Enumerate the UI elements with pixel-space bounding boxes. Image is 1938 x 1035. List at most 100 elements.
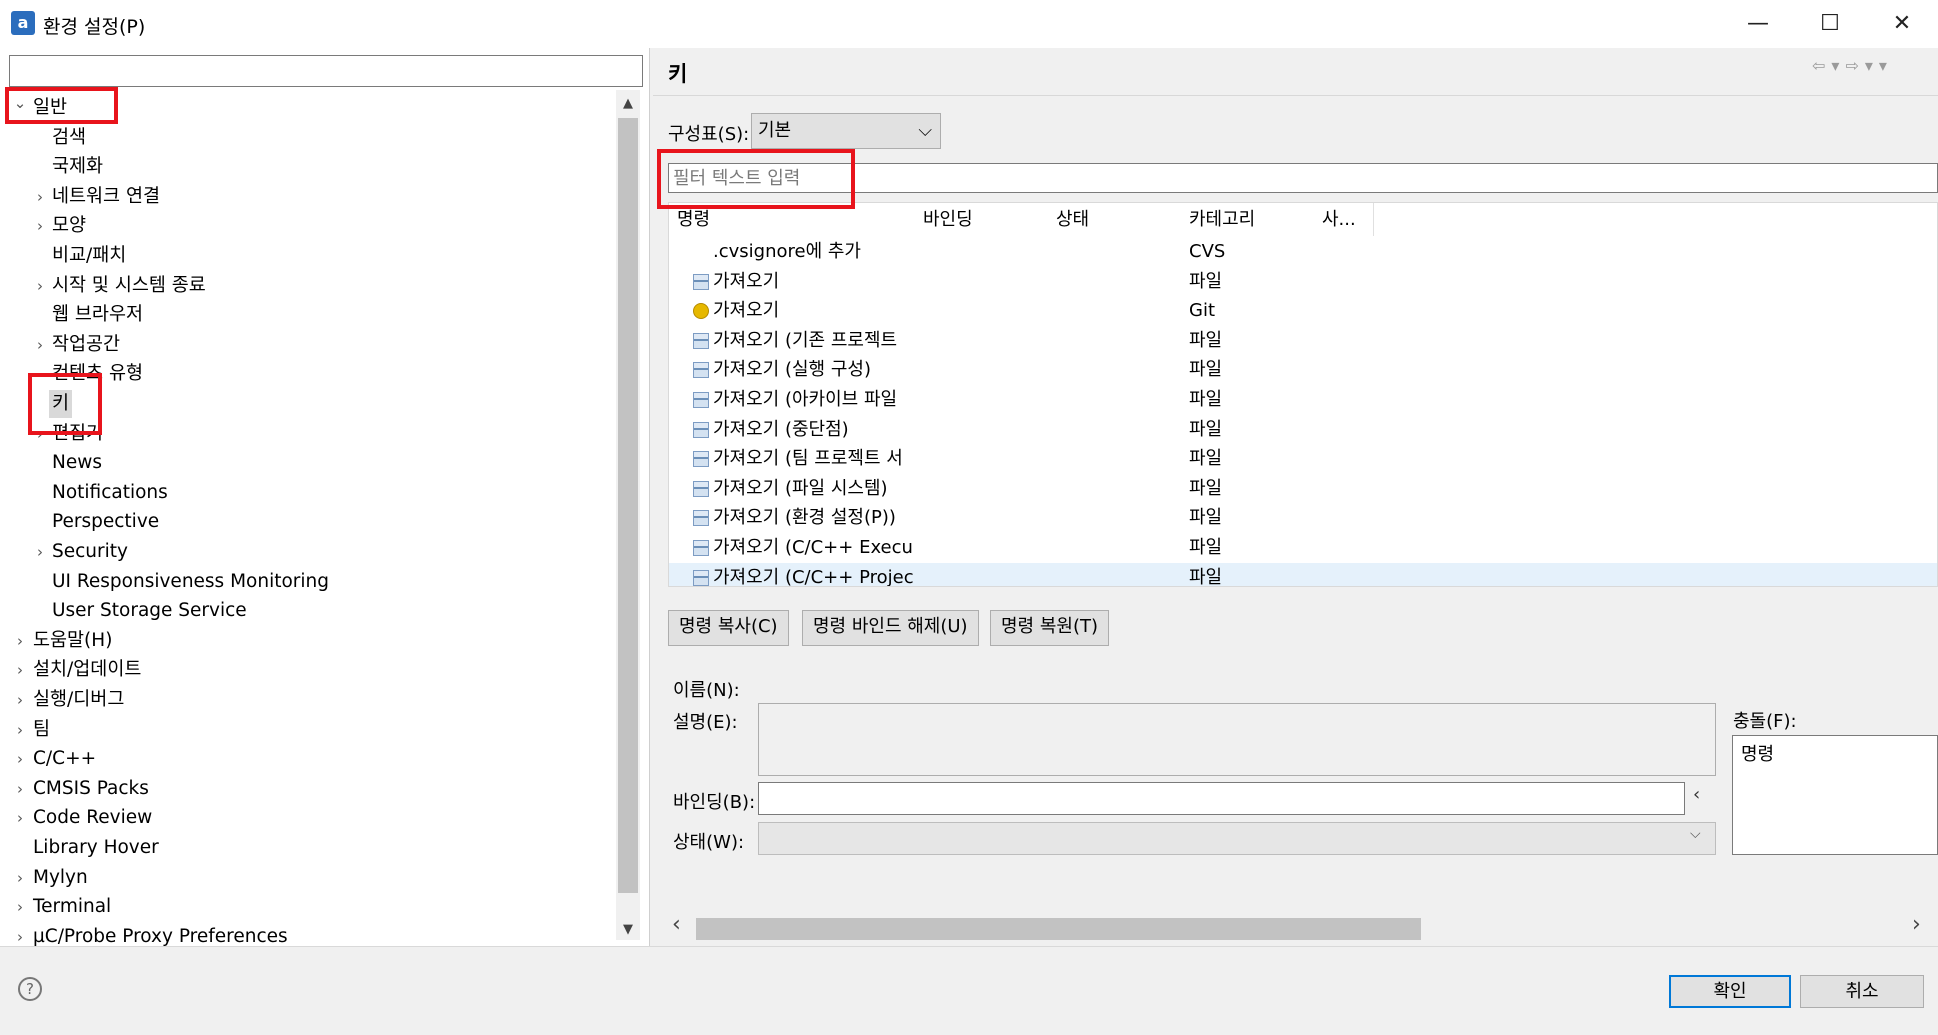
table-row[interactable]: 가져오기 Git [669, 296, 1937, 325]
copy-command-button[interactable]: 명령 복사(C) [668, 610, 789, 646]
chevron-down-icon: ⌵ [1690, 826, 1701, 842]
restore-command-button[interactable]: 명령 복원(T) [990, 610, 1110, 646]
page-title: 키 [668, 62, 688, 86]
tree-item[interactable]: 시작 및 시스템 종료 [52, 272, 206, 300]
table-row[interactable]: 가져오기 (기존 프로젝트 파일 [669, 326, 1937, 355]
chevron-right-icon[interactable]: › [32, 337, 48, 353]
chevron-right-icon[interactable]: › [12, 781, 28, 797]
chevron-right-icon[interactable]: › [12, 633, 28, 649]
page-header [653, 48, 1938, 96]
view-menu-icon[interactable]: ▾ [1879, 56, 1893, 75]
table-row[interactable]: 가져오기 (팀 프로젝트 서 파일 [669, 444, 1937, 473]
tree-item[interactable]: 팀 [33, 716, 50, 744]
tree-item[interactable]: 비교/패치 [52, 242, 126, 270]
forward-menu-icon[interactable]: ▾ [1865, 56, 1879, 75]
chevron-right-icon[interactable]: › [32, 544, 48, 560]
tree-item[interactable]: C/C++ [33, 745, 96, 773]
help-icon[interactable]: ? [18, 977, 42, 1001]
maximize-button[interactable]: ☐ [1794, 0, 1866, 48]
table-row[interactable]: 가져오기 (환경 설정(P)) 파일 [669, 503, 1937, 532]
tree-item[interactable]: 검색 [52, 124, 86, 152]
table-row[interactable]: 가져오기 (C/C++ Project 파일 [669, 562, 1937, 587]
tree-item[interactable]: UI Responsiveness Monitoring [52, 568, 329, 596]
tree-item[interactable]: Library Hover [33, 834, 159, 862]
back-menu-icon[interactable]: ▾ [1831, 56, 1845, 75]
table-row[interactable]: 가져오기 (파일 시스템) 파일 [669, 474, 1937, 503]
scroll-right-icon[interactable]: › [1912, 912, 1921, 937]
conflicts-list[interactable]: 명령 [1732, 735, 1938, 855]
filter-text-input[interactable] [668, 163, 1938, 193]
scheme-select[interactable]: 기본 ⌵ [751, 113, 941, 149]
chevron-right-icon[interactable]: › [12, 751, 28, 767]
column-header-category[interactable]: 카테고리 [1181, 203, 1323, 236]
column-header-binding[interactable]: 바인딩 [915, 203, 1057, 236]
state-select[interactable] [758, 822, 1716, 855]
tree-filter-input[interactable] [9, 55, 643, 87]
import-icon [693, 421, 709, 438]
table-row[interactable]: 가져오기 (실행 구성) 파일 [669, 355, 1937, 384]
column-header-state[interactable]: 상태 [1048, 203, 1190, 236]
tree-item[interactable]: News [52, 449, 102, 477]
chevron-right-icon[interactable]: › [12, 810, 28, 826]
tree-item[interactable]: Notifications [52, 479, 168, 507]
table-row[interactable]: .cvsignore에 추가 CVS [669, 237, 1937, 266]
cell-category: 파일 [1189, 270, 1223, 292]
cell-command: .cvsignore에 추가 [713, 241, 861, 262]
cell-command: 가져오기 [713, 300, 780, 322]
column-header-user[interactable]: 사... [1314, 203, 1374, 236]
minimize-button[interactable]: — [1722, 0, 1794, 48]
cell-command: 가져오기 (기존 프로젝트 [713, 329, 898, 351]
chevron-right-icon[interactable]: › [32, 189, 48, 205]
import-icon [693, 480, 709, 497]
tree-item[interactable]: 웹 브라우저 [52, 301, 143, 329]
cancel-button[interactable]: 취소 [1800, 975, 1924, 1008]
unbind-command-button[interactable]: 명령 바인드 해제(U) [802, 610, 979, 646]
title-bar [0, 0, 1938, 48]
chevron-right-icon[interactable]: › [12, 692, 28, 708]
tree-item[interactable]: 실행/디버그 [33, 686, 124, 714]
back-arrow-icon[interactable]: ⇦ [1812, 56, 1831, 75]
tree-scrollbar-thumb[interactable] [618, 118, 638, 893]
tree-item[interactable]: Perspective [52, 508, 159, 536]
binding-input[interactable] [758, 782, 1685, 815]
forward-arrow-icon[interactable]: ⇨ [1845, 56, 1864, 75]
table-row[interactable]: 가져오기 (C/C++ Execut 파일 [669, 533, 1937, 562]
chevron-right-icon[interactable]: › [12, 662, 28, 678]
close-button[interactable]: ✕ [1866, 0, 1938, 48]
scroll-up-icon[interactable]: ▲ [616, 96, 640, 111]
tree-item[interactable]: Mylyn [33, 864, 88, 892]
tree-item[interactable]: 작업공간 [52, 331, 120, 359]
tree-item[interactable]: Security [52, 538, 128, 566]
binding-menu-arrow-icon[interactable]: ‹ [1693, 784, 1700, 805]
ok-button[interactable]: 확인 [1669, 975, 1791, 1008]
table-row[interactable]: 가져오기 (중단점) 파일 [669, 415, 1937, 444]
tree-item[interactable]: Terminal [33, 893, 111, 921]
chevron-right-icon[interactable]: › [32, 218, 48, 234]
chevron-right-icon[interactable]: › [12, 722, 28, 738]
table-row[interactable]: 가져오기 (아카이브 파일 파일 [669, 385, 1937, 414]
tree-item[interactable]: Code Review [33, 804, 152, 832]
preference-tree: ⌄ 일반 검색 국제화 › 네트워크 연결 › 모양 비교/패치 › 시작 및 시스템 종료 웹 브라… [0, 90, 614, 947]
tree-item[interactable]: 도움말(H) [33, 627, 112, 655]
cell-command: 가져오기 (C/C++ Project [713, 566, 913, 587]
state-label: 상태(W): [673, 832, 745, 853]
chevron-right-icon[interactable]: › [12, 899, 28, 915]
tree-item[interactable]: User Storage Service [52, 597, 247, 625]
tree-item[interactable]: 설치/업데이트 [33, 656, 141, 684]
tree-item[interactable]: CMSIS Packs [33, 775, 149, 803]
tree-item[interactable]: 국제화 [52, 153, 103, 181]
scheme-label: 구성표(S): [668, 124, 750, 145]
scroll-down-icon[interactable]: ▼ [616, 922, 640, 937]
table-row[interactable]: 가져오기 파일 [669, 267, 1937, 296]
chevron-right-icon[interactable]: › [12, 870, 28, 886]
commands-table[interactable]: 명령 바인딩 상태 카테고리 사... .cvsignore에 추가 CVS 가져오… [668, 202, 1938, 587]
chevron-right-icon[interactable]: › [12, 929, 28, 945]
scroll-left-icon[interactable]: ‹ [672, 912, 681, 937]
cell-category: CVS [1189, 241, 1226, 262]
cell-command: 가져오기 (환경 설정(P)) [713, 507, 896, 529]
tree-item[interactable]: 모양 [52, 212, 86, 240]
horizontal-scrollbar-thumb[interactable] [696, 918, 1421, 940]
cell-category: 파일 [1189, 566, 1223, 587]
tree-item[interactable]: 네트워크 연결 [52, 183, 160, 211]
chevron-right-icon[interactable]: › [32, 278, 48, 294]
